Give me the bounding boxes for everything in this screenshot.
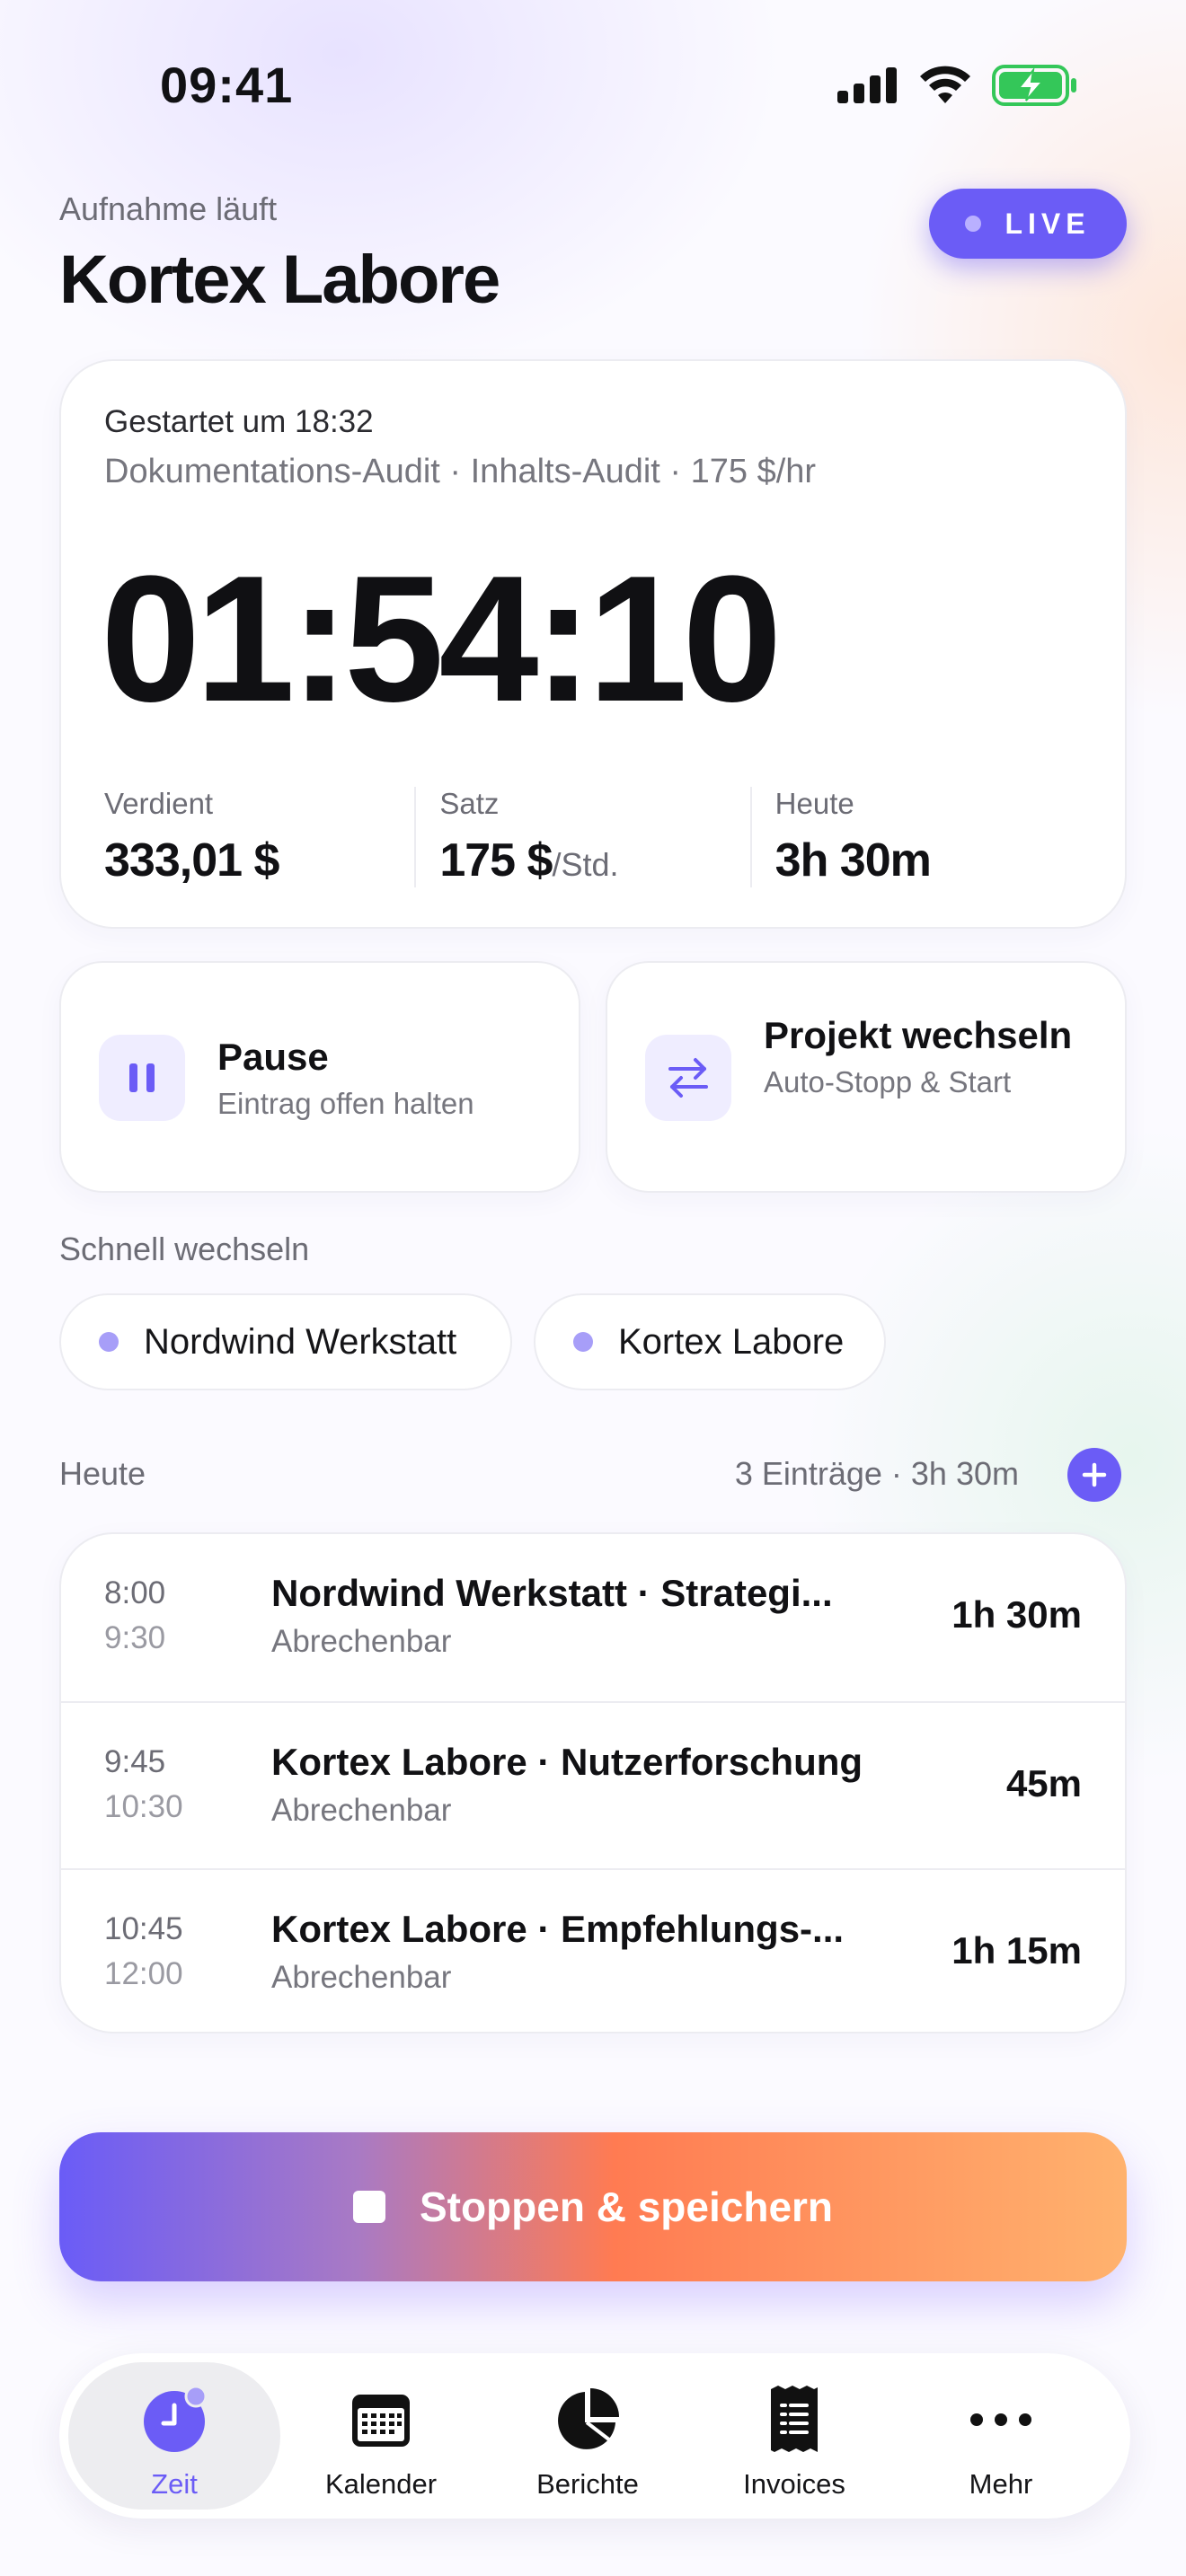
entry-billable: Abrechenbar bbox=[271, 1624, 452, 1659]
stat-amount: 175 $ bbox=[439, 834, 553, 887]
chip-label: Nordwind Werkstatt bbox=[144, 1321, 457, 1362]
entry-end: 9:30 bbox=[104, 1620, 166, 1655]
clock-icon bbox=[140, 2386, 208, 2454]
entry-billable: Abrechenbar bbox=[271, 1793, 452, 1828]
entry-billable: Abrechenbar bbox=[271, 1960, 452, 1995]
entry-title: Nordwind Werkstatt · Strategi... bbox=[271, 1572, 833, 1614]
stat-unit: /Std. bbox=[552, 846, 619, 883]
pause-text: Pause Eintrag offen halten bbox=[217, 1035, 474, 1121]
today-label: Heute bbox=[59, 1455, 146, 1492]
entry-start: 8:00 bbox=[104, 1575, 166, 1610]
today-summary: 3 Einträge · 3h 30m bbox=[734, 1455, 1019, 1492]
add-entry-button[interactable] bbox=[1067, 1448, 1121, 1502]
tab-label: Zeit bbox=[151, 2468, 198, 2500]
battery-charging-icon bbox=[992, 65, 1076, 106]
entry-duration: 1h 30m bbox=[951, 1593, 1082, 1636]
tab-mehr[interactable]: Mehr bbox=[895, 2362, 1107, 2510]
tab-label: Kalender bbox=[324, 2468, 438, 2500]
page-title: Kortex Labore bbox=[59, 242, 500, 318]
started-at: Gestartet um 18:32 bbox=[104, 404, 374, 439]
plus-icon bbox=[1082, 1462, 1107, 1487]
project-meta: Dokumentations-Audit · Inhalts-Audit · 1… bbox=[104, 453, 817, 490]
live-dot-icon bbox=[965, 216, 982, 232]
calendar-icon bbox=[347, 2386, 415, 2454]
stat-value: 333,01 $ bbox=[104, 834, 414, 887]
entry-end: 10:30 bbox=[104, 1789, 183, 1824]
list-item[interactable]: 9:45 10:30 Kortex Labore · Nutzerforschu… bbox=[61, 1701, 1125, 1868]
entry-end: 12:00 bbox=[104, 1956, 183, 1991]
stat-value: 3h 30m bbox=[775, 834, 1085, 887]
stat-label: Verdient bbox=[104, 787, 214, 820]
entry-duration: 1h 15m bbox=[951, 1929, 1082, 1972]
status-icons bbox=[837, 65, 1078, 106]
pause-icon bbox=[99, 1035, 185, 1121]
receipt-icon bbox=[760, 2386, 828, 2454]
stat-amount: 3h 30m bbox=[774, 834, 932, 887]
elapsed-timer: 01:54:10 bbox=[101, 539, 783, 739]
status-bar: 09:41 bbox=[0, 0, 1186, 171]
project-dot-icon bbox=[99, 1332, 119, 1352]
switch-title: Projekt wechseln bbox=[764, 1014, 1073, 1056]
entry-duration: 45m bbox=[1005, 1762, 1082, 1804]
tab-label: Mehr bbox=[969, 2468, 1033, 2500]
chip-label: Kortex Labore bbox=[618, 1321, 845, 1362]
tab-kalender[interactable]: Kalender bbox=[275, 2362, 487, 2510]
tab-invoices[interactable]: Invoices bbox=[688, 2362, 900, 2510]
tab-bar: Zeit Kalender Berichte Invoices Mehr bbox=[59, 2353, 1130, 2519]
tab-zeit[interactable]: Zeit bbox=[68, 2362, 280, 2510]
switch-desc: Auto-Stopp & Start bbox=[764, 1065, 1012, 1099]
stat-today: Heute 3h 30m bbox=[749, 787, 1085, 887]
live-badge-label: LIVE bbox=[1005, 207, 1091, 240]
entry-start: 9:45 bbox=[104, 1744, 166, 1779]
signal-icon bbox=[837, 67, 897, 103]
entry-title: Kortex Labore · Empfehlungs-... bbox=[271, 1908, 845, 1950]
stat-earned: Verdient 333,01 $ bbox=[104, 787, 414, 887]
pause-title: Pause bbox=[217, 1036, 329, 1078]
quick-switch-chip[interactable]: Kortex Labore bbox=[534, 1293, 886, 1390]
switch-text: Projekt wechseln Auto-Stopp & Start bbox=[764, 1013, 1087, 1099]
timer-stats: Verdient 333,01 $ Satz 175 $/Std. Heute … bbox=[104, 787, 1085, 887]
status-time: 09:41 bbox=[160, 57, 294, 113]
stat-label: Satz bbox=[439, 787, 500, 820]
tab-label: Invoices bbox=[743, 2468, 845, 2500]
wifi-icon bbox=[920, 66, 970, 103]
entries-list: 8:00 9:30 Nordwind Werkstatt · Strategi.… bbox=[59, 1532, 1127, 2033]
quick-switch-label: Schnell wechseln bbox=[59, 1231, 310, 1267]
pie-chart-icon bbox=[553, 2386, 622, 2454]
entry-start: 10:45 bbox=[104, 1911, 183, 1946]
stop-button-label: Stoppen & speichern bbox=[419, 2183, 834, 2230]
more-icon bbox=[967, 2386, 1035, 2454]
tab-berichte[interactable]: Berichte bbox=[482, 2362, 694, 2510]
tab-label: Berichte bbox=[536, 2468, 639, 2500]
timer-card: Gestartet um 18:32 Dokumentations-Audit … bbox=[59, 359, 1127, 929]
live-badge[interactable]: LIVE bbox=[929, 189, 1127, 259]
pause-desc: Eintrag offen halten bbox=[217, 1087, 474, 1121]
stat-amount: 333,01 $ bbox=[104, 834, 279, 887]
recording-status: Aufnahme läuft bbox=[59, 190, 278, 227]
quick-switch-chip[interactable]: Nordwind Werkstatt bbox=[59, 1293, 512, 1390]
list-item[interactable]: 10:45 12:00 Kortex Labore · Empfehlungs-… bbox=[61, 1868, 1125, 2032]
switch-project-button[interactable]: Projekt wechseln Auto-Stopp & Start bbox=[606, 961, 1127, 1193]
stat-value: 175 $/Std. bbox=[439, 834, 749, 887]
entry-title: Kortex Labore · Nutzerforschung bbox=[271, 1741, 863, 1783]
stat-label: Heute bbox=[774, 787, 854, 820]
swap-arrows-icon bbox=[645, 1035, 731, 1121]
stat-rate: Satz 175 $/Std. bbox=[414, 787, 749, 887]
stop-and-save-button[interactable]: Stoppen & speichern bbox=[59, 2132, 1127, 2281]
pause-button[interactable]: Pause Eintrag offen halten bbox=[59, 961, 580, 1193]
project-dot-icon bbox=[573, 1332, 593, 1352]
stop-icon bbox=[352, 2191, 385, 2223]
list-item[interactable]: 8:00 9:30 Nordwind Werkstatt · Strategi.… bbox=[61, 1534, 1125, 1701]
